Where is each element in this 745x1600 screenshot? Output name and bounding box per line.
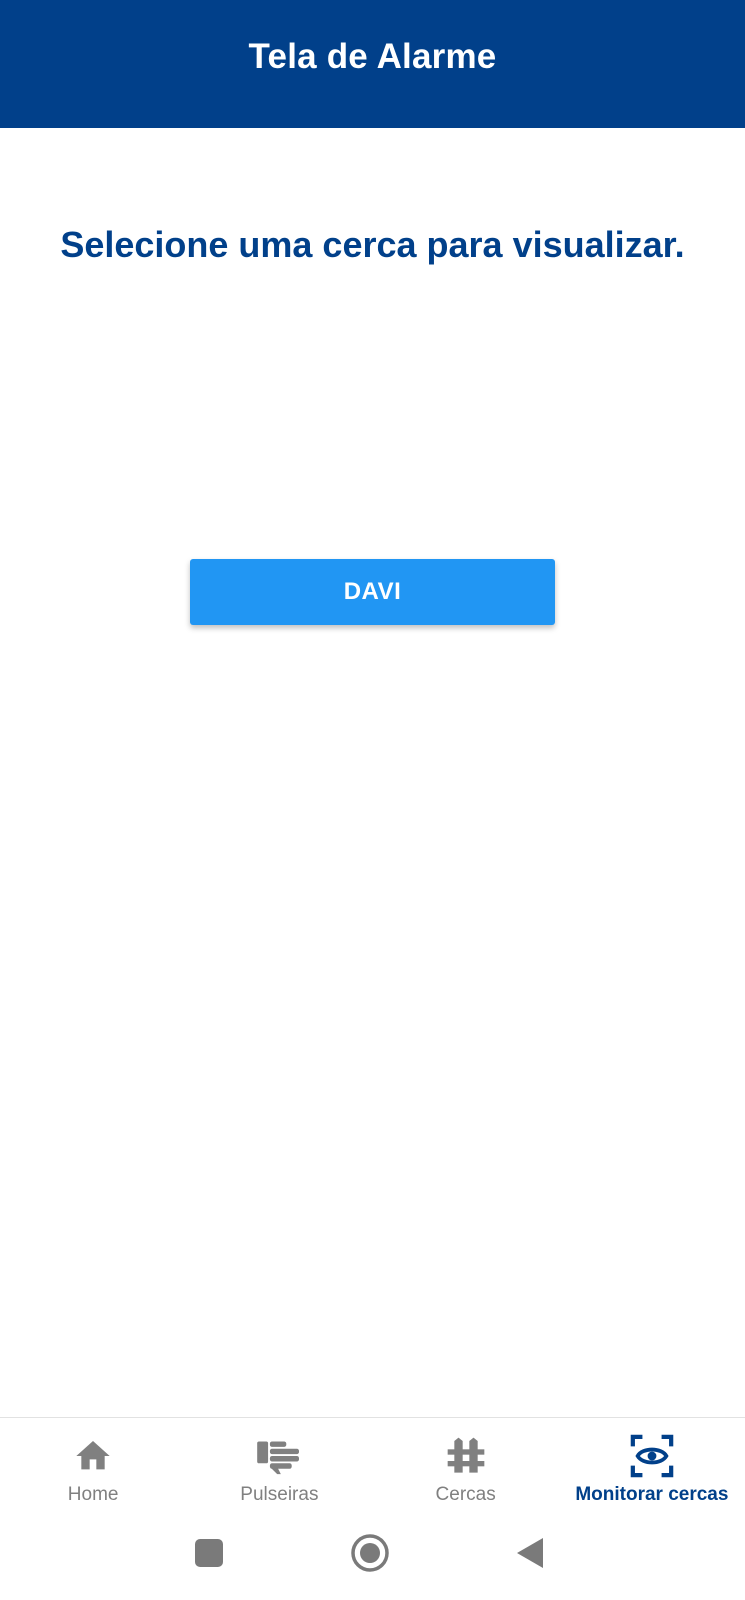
app-title: Tela de Alarme: [248, 37, 497, 76]
back-icon[interactable]: [508, 1531, 552, 1575]
alarm-screen: Tela de Alarme Selecione uma cerca para …: [0, 0, 745, 1600]
app-bar: Tela de Alarme: [0, 0, 745, 128]
recents-icon[interactable]: [187, 1531, 231, 1575]
nav-item-cercas[interactable]: Cercas: [373, 1418, 559, 1518]
eye-scan-icon: [626, 1432, 678, 1480]
nav-item-home[interactable]: Home: [0, 1418, 186, 1518]
fence-button-davi[interactable]: DAVI: [190, 559, 555, 625]
nav-item-label: Cercas: [435, 1484, 496, 1505]
nav-item-label: Monitorar cercas: [575, 1484, 729, 1505]
nav-item-pulseiras[interactable]: Pulseiras: [186, 1418, 372, 1518]
bottom-navigation: Home Pulseiras Cercas Monitorar cercas: [0, 1417, 745, 1518]
hand-icon: [253, 1432, 305, 1480]
nav-item-monitorar-cercas[interactable]: Monitorar cercas: [559, 1418, 745, 1518]
nav-item-label: Home: [67, 1484, 119, 1505]
nav-item-label: Pulseiras: [240, 1484, 319, 1505]
system-navigation-bar: [0, 1517, 745, 1600]
home-icon: [67, 1432, 119, 1480]
select-fence-prompt: Selecione uma cerca para visualizar.: [60, 224, 685, 265]
home-circle-icon[interactable]: [348, 1531, 392, 1575]
fence-icon: [440, 1432, 492, 1480]
